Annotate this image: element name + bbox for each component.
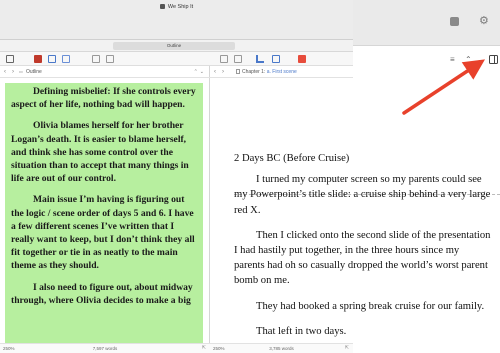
outline-header: ‹ › ▭ Outline ⌃⌄ [0,66,210,78]
editor-footer: 250% 3,785 words ⇱ [210,343,353,353]
inspector-toggle-icon[interactable] [489,55,498,64]
document-icon [159,4,165,9]
menu-icon[interactable]: ≡ [450,55,455,65]
expand-icon[interactable]: ⇱ [202,345,206,351]
chevron-up-down-icon[interactable]: ⌃⌄ [194,69,206,75]
forward-icon[interactable]: › [12,69,14,75]
editor-paragraph: I turned my computer screen so my parent… [234,174,491,216]
word-count: 3,785 words [269,346,294,351]
editor-header: ‹ › Chapter 1: a. First scene [210,66,353,78]
note-paragraph: Main issue I’m having is figuring out th… [11,194,195,272]
layout-icon[interactable] [220,55,228,63]
toolbar [0,52,353,66]
subtab-bar: Outline [0,40,353,52]
forward-icon[interactable]: › [222,69,224,75]
window-title-text: We Ship It [167,4,194,10]
bookmark-icon[interactable] [298,55,306,63]
tab-outline[interactable]: Outline [113,42,235,50]
editor-pane: ‹ › Chapter 1: a. First scene 2 Days BC … [210,66,500,353]
note-paragraph: Olivia blames herself for her brother Lo… [11,120,189,185]
title-bar: We Ship It [0,0,353,40]
editor-paragraph: They had booked a spring break cruise fo… [256,300,485,312]
outline-footer: 250% 7,597 words ⇱ [0,343,210,353]
editor-text[interactable]: 2 Days BC (Before Cruise) I turned my co… [234,151,492,349]
editor-breadcrumb[interactable]: Chapter 1: a. First scene [236,69,297,75]
app-grid-icon[interactable] [450,17,459,26]
chevron-up-icon[interactable]: ⌃ [465,55,472,65]
back-icon[interactable]: ‹ [214,69,216,75]
settings-icon[interactable]: ⚙ [479,16,489,27]
note-paragraph: Defining misbelief: If she controls ever… [11,86,196,111]
expand-icon[interactable]: ⇱ [345,345,349,351]
breadcrumb-chapter: Chapter 1: [242,69,267,75]
chevron-down-icon[interactable]: ⌄ [477,55,484,65]
secondary-window: ⚙ [353,0,500,46]
corkboard-icon[interactable] [48,55,56,63]
note-paragraph: I also need to figure out, about midway … [11,281,193,306]
document-small-icon: ▭ [19,69,23,74]
outline-note[interactable]: Defining misbelief: If she controls ever… [5,83,203,343]
document-icon [236,69,240,74]
editor-paragraph: That left in two days. [256,325,347,337]
snapshot-icon[interactable] [92,55,100,63]
editor-paragraph: Then I clicked onto the second slide of … [234,229,491,287]
outline-icon[interactable] [62,55,70,63]
chart-icon[interactable] [256,55,264,63]
scene-heading: 2 Days BC (Before Cruise) [234,153,350,164]
word-count: 7,597 words [92,346,118,351]
compose-icon[interactable] [6,55,14,63]
back-icon[interactable]: ‹ [4,69,6,75]
outline-pane: ‹ › ▭ Outline ⌃⌄ Defining misbelief: If … [0,66,210,353]
binder-icon[interactable] [34,55,42,63]
target-icon[interactable] [272,55,280,63]
outline-breadcrumb[interactable]: Outline [26,69,42,75]
comment-icon[interactable] [106,55,114,63]
window-title: We Ship It [0,4,353,10]
split-icon[interactable] [234,55,242,63]
breadcrumb-document: a. First scene [266,69,297,75]
